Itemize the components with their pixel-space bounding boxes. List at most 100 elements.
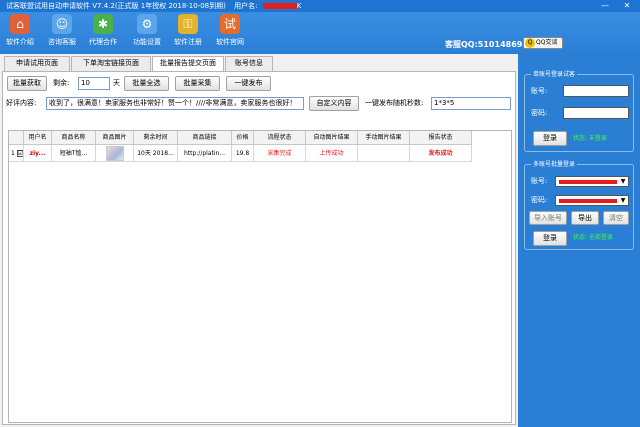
- batch-select-all-button[interactable]: 批量全选: [124, 76, 169, 91]
- flow-status-cell: 采集完成: [254, 145, 306, 162]
- row-checkbox[interactable]: ☑: [16, 150, 23, 157]
- tab-order-links[interactable]: 下单淘宝链接页面: [71, 56, 151, 71]
- minimize-button[interactable]: —: [596, 0, 614, 12]
- review-content-input[interactable]: 收到了，很满意！卖家服务也非常好！赞一个！////非常满意，卖家服务也很好！: [46, 97, 304, 110]
- qq-chat-button[interactable]: Q QQ交谈: [523, 37, 563, 49]
- column-header[interactable]: 商品名称: [52, 131, 96, 145]
- network-icon: ✱: [93, 14, 113, 34]
- main-panel: 申请试用页面 下单淘宝链接页面 批量报告提交页面 账号信息 批量获取 剩余: 1…: [0, 54, 518, 427]
- support-qq-text: 客服QQ:510148694: [445, 40, 528, 49]
- column-header[interactable]: 商品图片: [96, 131, 134, 145]
- toolbar-label: 功能设置: [133, 38, 161, 46]
- toolbar-item-register[interactable]: ⚿ 软件注册: [168, 14, 208, 47]
- remaining-days-input[interactable]: 10: [78, 77, 110, 90]
- toolbar-item-agent[interactable]: ✱ 代理合作: [83, 14, 123, 47]
- users-icon: ☺: [52, 14, 72, 34]
- clear-button[interactable]: 清空: [603, 211, 629, 225]
- close-button[interactable]: ✕: [618, 0, 636, 12]
- site-icon: 试: [220, 14, 240, 34]
- report-status-cell: 发布成功: [410, 145, 472, 162]
- row-index: 1: [11, 150, 15, 157]
- toolbar-label: 咨询客服: [48, 38, 76, 46]
- multi-account-select[interactable]: ▼: [555, 176, 629, 187]
- auto-image-result-cell: 上传成功: [306, 145, 358, 162]
- single-login-status: 状态: 未登录: [573, 135, 607, 142]
- toolbar-label: 软件官网: [216, 38, 244, 46]
- redacted-password: [559, 199, 617, 203]
- login-panel: 单账号登录试客 账号: 密码: 登录 状态: 未登录 多账号批量登录 账号: ▼…: [518, 54, 640, 427]
- user-label: 用户名:: [234, 2, 258, 10]
- title-bar: 试客联盟试用自动申请软件 V7.4.2(正式版 1年授权 2018-10-08到…: [0, 0, 640, 12]
- import-accounts-button[interactable]: 导入账号: [529, 211, 567, 225]
- qq-icon: Q: [525, 38, 535, 48]
- redacted-account: [559, 180, 617, 184]
- single-login-title: 单账号登录试客: [531, 70, 578, 79]
- export-button[interactable]: 导出: [571, 211, 599, 225]
- multi-login-button[interactable]: 登录: [533, 231, 567, 246]
- column-header[interactable]: 价格: [232, 131, 254, 145]
- column-header[interactable]: 商品链接: [178, 131, 232, 145]
- chevron-down-icon: ▼: [620, 197, 626, 204]
- price-cell: 19.8: [232, 145, 254, 162]
- remaining-label: 剩余:: [53, 79, 70, 87]
- qq-chat-label: QQ交谈: [536, 39, 558, 46]
- one-click-publish-button[interactable]: 一键发布: [226, 76, 271, 91]
- day-unit-label: 天: [113, 79, 120, 87]
- settings-icon: ⚙: [137, 14, 157, 34]
- batch-fetch-button[interactable]: 批量获取: [7, 76, 47, 91]
- toolbar-label: 软件介绍: [6, 38, 34, 46]
- toolbar-item-support[interactable]: ☺ 咨询客服: [42, 14, 82, 47]
- manual-image-result-cell: [358, 145, 410, 162]
- single-login-group: 单账号登录试客 账号: 密码: 登录 状态: 未登录: [524, 70, 634, 152]
- toolbar-item-settings[interactable]: ⚙ 功能设置: [127, 14, 167, 47]
- window-title: 试客联盟试用自动申请软件 V7.4.2(正式版 1年授权 2018-10-08到…: [6, 2, 226, 10]
- table-header: 用户名 商品名称 商品图片 剩余时间 商品链接 价格 流程状态 自动图片结果 手…: [9, 131, 472, 145]
- column-header[interactable]: 用户名: [24, 131, 52, 145]
- product-name-cell: 短袖T恤...: [52, 145, 96, 162]
- multi-password-label: 密码:: [531, 196, 548, 204]
- column-header[interactable]: 剩余时间: [134, 131, 178, 145]
- custom-content-button[interactable]: 自定义内容: [309, 96, 359, 111]
- random-seconds-input[interactable]: 1*3*5: [431, 97, 511, 110]
- column-header[interactable]: 报告状态: [410, 131, 472, 145]
- tab-account-info[interactable]: 账号信息: [225, 56, 273, 71]
- multi-login-status: 状态: 全部登录: [573, 234, 613, 241]
- toolbar-item-intro[interactable]: ⌂ 软件介绍: [0, 14, 40, 47]
- row-number-header: [9, 131, 24, 145]
- remaining-time-cell: 10天 2018...: [134, 145, 178, 162]
- single-password-label: 密码:: [531, 109, 548, 117]
- row-number-cell: 1 ☑: [9, 145, 24, 162]
- main-toolbar: ⌂ 软件介绍 ☺ 咨询客服 ✱ 代理合作 ⚙ 功能设置 ⚿ 软件注册 试 软件官…: [0, 12, 640, 54]
- tab-batch-report[interactable]: 批量报告提交页面: [152, 56, 224, 72]
- product-thumbnail: [105, 146, 124, 161]
- tab-apply-trial[interactable]: 申请试用页面: [4, 56, 70, 71]
- toolbar-item-website[interactable]: 试 软件官网: [210, 14, 250, 47]
- username-cell: ziy...: [24, 145, 52, 162]
- multi-password-select[interactable]: ▼: [555, 195, 629, 206]
- column-header[interactable]: 手动图片结果: [358, 131, 410, 145]
- redacted-username: [262, 3, 297, 9]
- report-table: 用户名 商品名称 商品图片 剩余时间 商品链接 价格 流程状态 自动图片结果 手…: [8, 130, 512, 423]
- single-login-button[interactable]: 登录: [533, 131, 567, 146]
- user-value-suffix: K: [296, 2, 302, 10]
- toolbar-label: 代理合作: [89, 38, 117, 46]
- table-row[interactable]: 1 ☑ ziy... 短袖T恤... 10天 2018... http://pl…: [9, 145, 472, 162]
- key-icon: ⚿: [178, 14, 198, 34]
- multi-login-group: 多账号批量登录 账号: ▼ 密码: ▼ 导入账号 导出 清空 登录 状态: 全部…: [524, 160, 634, 250]
- toolbar-label: 软件注册: [174, 38, 202, 46]
- single-account-label: 账号:: [531, 87, 548, 95]
- multi-account-label: 账号:: [531, 177, 548, 185]
- home-icon: ⌂: [10, 14, 30, 34]
- multi-login-title: 多账号批量登录: [531, 160, 578, 169]
- random-seconds-label: 一键发布随机秒数:: [365, 99, 424, 107]
- single-password-input[interactable]: [563, 107, 629, 119]
- batch-collect-button[interactable]: 批量采集: [175, 76, 220, 91]
- column-header[interactable]: 流程状态: [254, 131, 306, 145]
- column-header[interactable]: 自动图片结果: [306, 131, 358, 145]
- single-account-input[interactable]: [563, 85, 629, 97]
- review-content-label: 好评内容:: [6, 99, 37, 107]
- product-link-cell[interactable]: http://platin...: [178, 145, 232, 162]
- product-image-cell: [96, 145, 134, 162]
- batch-report-pane: 批量获取 剩余: 10 天 批量全选 批量采集 一键发布 好评内容: 收到了，很…: [2, 71, 516, 425]
- chevron-down-icon: ▼: [620, 178, 626, 185]
